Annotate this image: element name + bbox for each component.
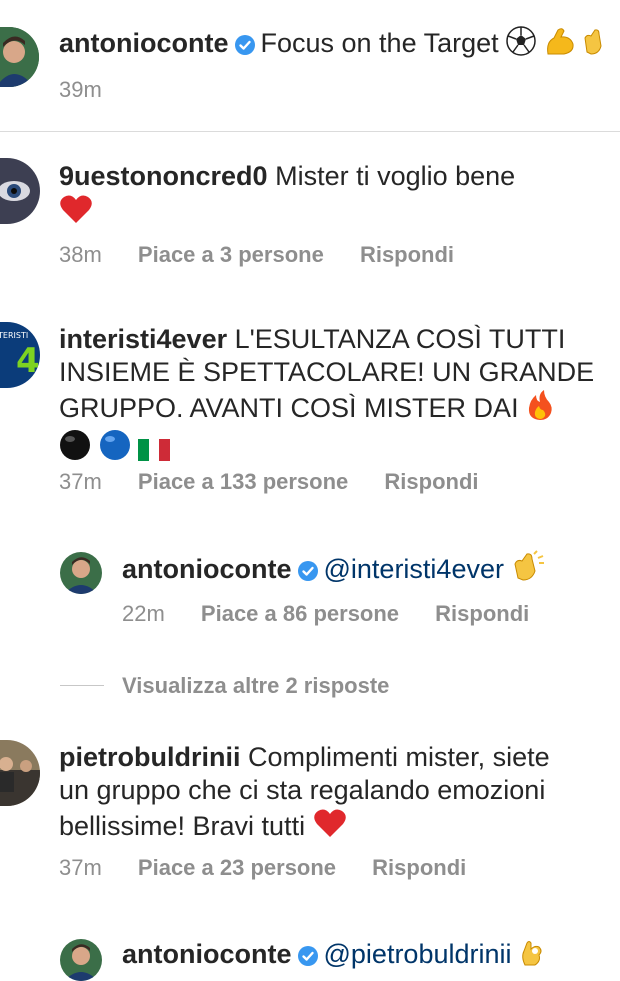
caption-username[interactable]: antonioconte	[59, 28, 229, 58]
comment-reply-button-3[interactable]: Rispondi	[372, 855, 466, 880]
reply-body-2: antonioconte @pietrobuldrinii	[122, 937, 612, 975]
avatar-antonioconte-caption[interactable]	[0, 27, 39, 87]
reply-body-1: antonioconte @interisti4ever	[122, 550, 612, 590]
reply-reply-button-1[interactable]: Rispondi	[435, 601, 529, 626]
caption-text: Focus on the Target	[260, 28, 499, 58]
verified-badge-icon	[234, 30, 255, 63]
svg-text:4: 4	[16, 341, 40, 381]
avatar-pietrobuldrinii[interactable]	[0, 740, 40, 806]
verified-badge-icon	[297, 556, 318, 589]
comment-text-1: Mister ti voglio bene	[275, 161, 516, 191]
comment-username-3[interactable]: pietrobuldrinii	[59, 742, 241, 772]
verified-badge-icon	[297, 941, 318, 974]
comment-time-3: 37m	[59, 855, 102, 880]
comment-reply-button-2[interactable]: Rispondi	[384, 469, 478, 494]
comment-text-2a: L'ESULTANZA COSÌ TUTTI	[234, 324, 566, 354]
flexed-biceps-emoji	[544, 26, 576, 64]
comment-meta-2: 37m Piace a 133 persone Rispondi	[59, 469, 509, 495]
view-more-replies-button[interactable]: Visualizza altre 2 risposte	[122, 673, 389, 699]
comment-body-1: 9uestononcred0 Mister ti voglio bene	[59, 160, 599, 233]
comment-likes-3[interactable]: Piace a 23 persone	[138, 855, 336, 880]
comment-meta-3: 37m Piace a 23 persone Rispondi	[59, 855, 496, 881]
reply-username-1[interactable]: antonioconte	[122, 554, 292, 584]
svg-text:TERISTI: TERISTI	[0, 331, 28, 340]
comment-username-2[interactable]: interisti4ever	[59, 324, 227, 354]
comment-text-3c: bellissime! Bravi tutti	[59, 811, 306, 841]
comment-body-2: interisti4ever L'ESULTANZA COSÌ TUTTI IN…	[59, 323, 619, 469]
reply-username-2[interactable]: antonioconte	[122, 939, 292, 969]
avatar-antonioconte-reply-1[interactable]	[60, 552, 102, 594]
reply-meta-1: 22m Piace a 86 persone Rispondi	[122, 601, 559, 627]
comment-username-1[interactable]: 9uestononcred0	[59, 161, 268, 191]
avatar-9uestononcred0[interactable]	[0, 158, 40, 224]
avatar-antonioconte-reply-2[interactable]	[60, 939, 102, 981]
comment-body-3: pietrobuldrinii Complimenti mister, siet…	[59, 741, 619, 847]
blue-circle-emoji	[99, 429, 131, 469]
soccer-ball-emoji	[506, 26, 536, 64]
comment-meta-1: 38m Piace a 3 persone Rispondi	[59, 242, 484, 268]
caption-row: antonioconte Focus on the Target	[59, 26, 619, 64]
italy-flag-emoji	[138, 436, 171, 469]
red-heart-emoji	[59, 193, 93, 233]
caption-divider	[0, 131, 620, 132]
clapping-hands-emoji	[583, 26, 603, 64]
caption-time: 39m	[59, 77, 102, 102]
comment-text-3a: Complimenti mister, siete	[248, 742, 550, 772]
clapping-hands-emoji	[512, 550, 546, 590]
view-more-line	[60, 685, 104, 686]
avatar-interisti4ever[interactable]: 4 TERISTI	[0, 322, 40, 388]
fire-emoji	[526, 389, 554, 429]
comment-time-2: 37m	[59, 469, 102, 494]
comment-likes-1[interactable]: Piace a 3 persone	[138, 242, 324, 267]
comment-reply-button-1[interactable]: Rispondi	[360, 242, 454, 267]
reply-time-1: 22m	[122, 601, 165, 626]
comment-text-2c: GRUPPO. AVANTI COSÌ MISTER DAI	[59, 393, 519, 423]
comment-text-3b: un gruppo che ci sta regalando emozioni	[59, 775, 546, 805]
black-circle-emoji	[59, 429, 91, 469]
ok-hand-emoji	[519, 937, 545, 975]
comment-time-1: 38m	[59, 242, 102, 267]
reply-mention-1[interactable]: @interisti4ever	[324, 554, 504, 584]
comment-text-2b: INSIEME È SPETTACOLARE! UN GRANDE	[59, 357, 595, 387]
red-heart-emoji	[313, 807, 347, 847]
reply-likes-1[interactable]: Piace a 86 persone	[201, 601, 399, 626]
comment-likes-2[interactable]: Piace a 133 persone	[138, 469, 348, 494]
reply-mention-2[interactable]: @pietrobuldrinii	[324, 939, 512, 969]
